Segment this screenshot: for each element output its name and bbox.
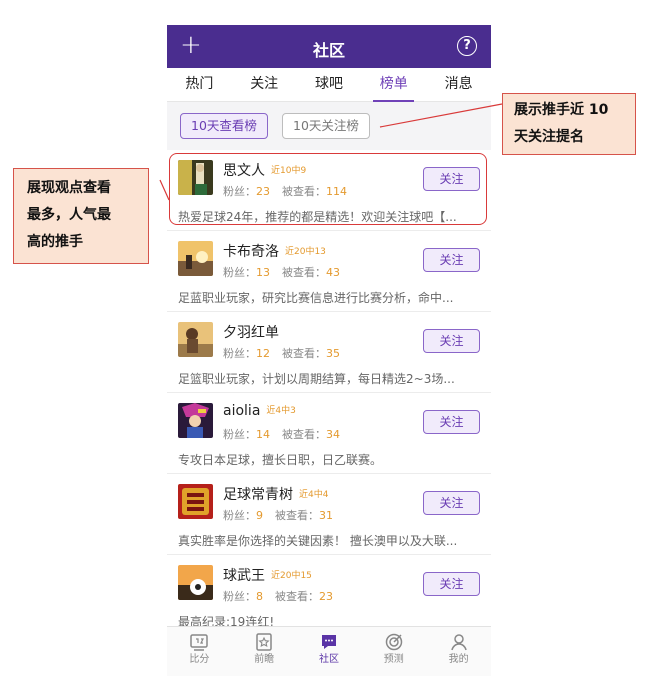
- annotation-follows-ranking: 展示推手近 10 天关注提名: [502, 93, 636, 155]
- right-leader-line: [379, 103, 503, 128]
- annotation-views-ranking: 展现观点查看 最多，人气最 高的推手: [13, 168, 149, 264]
- annotation-text: 天关注提名: [514, 129, 584, 145]
- annotation-text: 展现观点查看: [27, 180, 111, 196]
- annotation-text: 最多，人气最: [27, 207, 111, 223]
- annotation-text: 高的推手: [27, 234, 83, 250]
- annotation-text: 展示推手近 10: [514, 102, 609, 118]
- left-leader-line: [159, 179, 170, 201]
